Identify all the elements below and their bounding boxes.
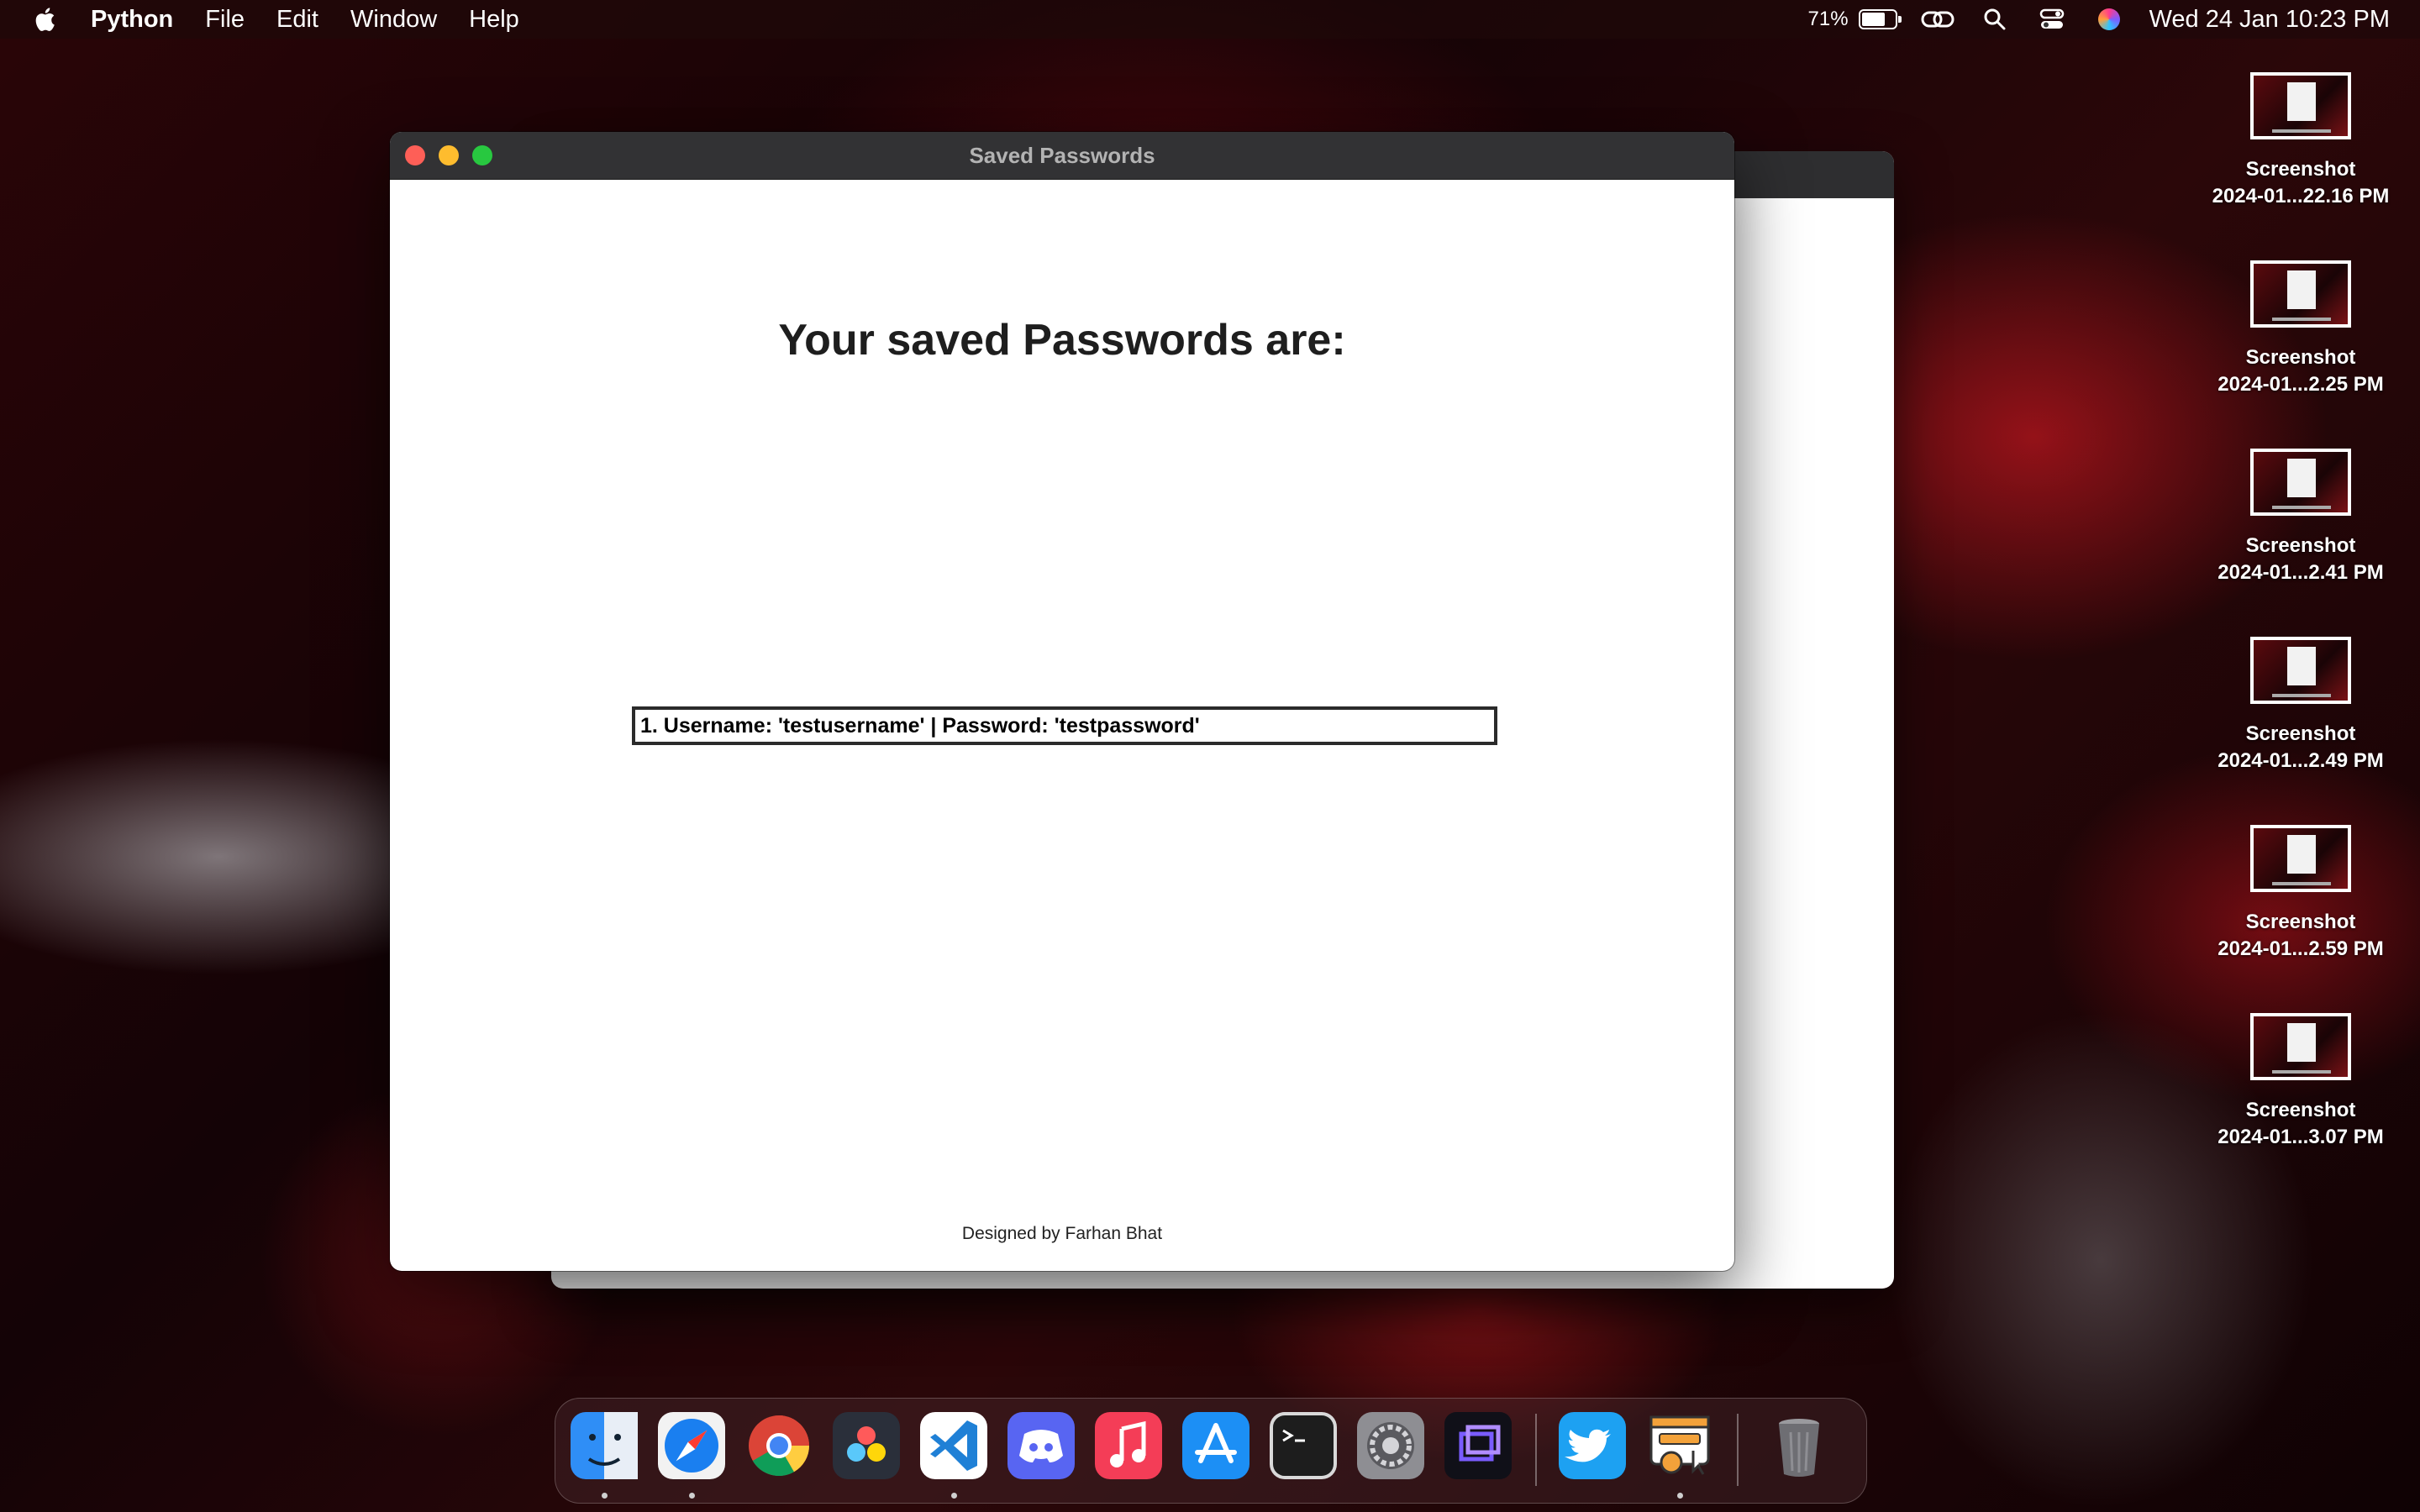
dock-separator — [1535, 1414, 1537, 1486]
menu-app-name[interactable]: Python — [91, 6, 173, 34]
file-name-line2: 2024-01...2.25 PM — [2217, 373, 2384, 396]
screenshot-thumbnail-icon — [2250, 1013, 2351, 1080]
vscode-icon[interactable] — [920, 1412, 987, 1479]
page-heading: Your saved Passwords are: — [778, 316, 1346, 365]
desktop-file[interactable]: Screenshot 2024-01...3.07 PM — [2200, 1013, 2402, 1151]
safari-icon[interactable] — [658, 1412, 725, 1479]
file-name-line1: Screenshot — [2245, 158, 2356, 181]
battery-percent: 71% — [1807, 8, 1849, 30]
menu-edit[interactable]: Edit — [276, 6, 318, 34]
file-name-line2: 2024-01...2.41 PM — [2217, 561, 2384, 584]
apple-logo-icon[interactable] — [32, 4, 60, 34]
screenshot-thumbnail-icon — [2250, 449, 2351, 516]
saved-passwords-window: Saved Passwords Your saved Passwords are… — [390, 132, 1734, 1271]
battery-indicator[interactable]: 71% — [1807, 8, 1902, 31]
music-icon[interactable] — [1095, 1412, 1162, 1479]
control-center-icon[interactable] — [2035, 6, 2069, 33]
running-indicator — [951, 1493, 957, 1499]
screenshot-thumbnail-icon — [2250, 72, 2351, 139]
python-launcher-icon[interactable] — [1646, 1412, 1713, 1479]
file-name-line1: Screenshot — [2245, 346, 2356, 369]
terminal-icon[interactable] — [1270, 1412, 1337, 1479]
screen-capture-icon[interactable] — [1444, 1412, 1512, 1479]
file-name-line2: 2024-01...2.59 PM — [2217, 937, 2384, 960]
desktop-file[interactable]: Screenshot 2024-01...2.59 PM — [2200, 825, 2402, 963]
trash-icon[interactable] — [1765, 1412, 1833, 1479]
siri-icon[interactable] — [2092, 6, 2126, 33]
app-store-icon[interactable] — [1182, 1412, 1249, 1479]
system-settings-icon[interactable] — [1357, 1412, 1424, 1479]
link-icon[interactable] — [1921, 6, 1954, 33]
battery-level — [1861, 13, 1885, 26]
running-indicator — [689, 1493, 695, 1499]
screenshot-thumbnail-icon — [2250, 260, 2351, 328]
menu-help[interactable]: Help — [469, 6, 519, 34]
window-titlebar[interactable]: Saved Passwords — [390, 132, 1734, 180]
file-name-line2: 2024-01...3.07 PM — [2217, 1126, 2384, 1148]
file-name-line1: Screenshot — [2245, 1099, 2356, 1121]
search-icon[interactable] — [1978, 6, 2012, 33]
screenshot-thumbnail-icon — [2250, 637, 2351, 704]
twitter-icon[interactable] — [1559, 1412, 1626, 1479]
menu-file[interactable]: File — [205, 6, 245, 34]
running-indicator — [1677, 1493, 1683, 1499]
discord-icon[interactable] — [1007, 1412, 1075, 1479]
clock[interactable]: Wed 24 Jan 10:23 PM — [2149, 6, 2390, 34]
file-name-line1: Screenshot — [2245, 534, 2356, 557]
chrome-icon[interactable] — [745, 1412, 813, 1479]
file-name-line1: Screenshot — [2245, 911, 2356, 933]
menu-window[interactable]: Window — [350, 6, 437, 34]
dock — [555, 1398, 1867, 1504]
file-name-line2: 2024-01...2.49 PM — [2217, 749, 2384, 772]
desktop-file[interactable]: Screenshot 2024-01...2.41 PM — [2200, 449, 2402, 586]
menu-bar: Python File Edit Window Help 71% Wed 24 … — [0, 0, 2420, 39]
desktop-file[interactable]: Screenshot 2024-01...2.49 PM — [2200, 637, 2402, 774]
window-title: Saved Passwords — [969, 143, 1155, 168]
battery-icon — [1858, 9, 1902, 29]
file-name-line1: Screenshot — [2245, 722, 2356, 745]
password-entry[interactable]: 1. Username: 'testusername' | Password: … — [632, 706, 1497, 745]
screenshot-thumbnail-icon — [2250, 825, 2351, 892]
desktop-file[interactable]: Screenshot 2024-01...22.16 PM — [2200, 72, 2402, 210]
dock-separator — [1737, 1414, 1739, 1486]
finder-icon[interactable] — [571, 1412, 638, 1479]
running-indicator — [602, 1493, 608, 1499]
footer-credit: Designed by Farhan Bhat — [961, 1224, 1163, 1243]
davinci-resolve-icon[interactable] — [833, 1412, 900, 1479]
desktop-file[interactable]: Screenshot 2024-01...2.25 PM — [2200, 260, 2402, 398]
file-name-line2: 2024-01...22.16 PM — [2212, 185, 2390, 207]
